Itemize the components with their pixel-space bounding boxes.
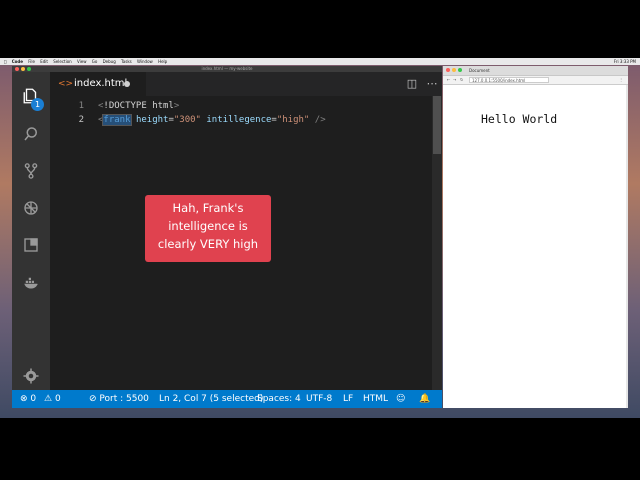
port-label: Port : 5500 [99, 394, 149, 404]
status-bar: ⊗ 0 ⚠ 0 ⊘ Port : 5500 Ln 2, Col 7 (5 sel… [12, 390, 442, 408]
menu-status-area: Fri 3:33 PM [609, 58, 636, 65]
browser-tab-strip: Document [443, 66, 628, 76]
tab-label: index.html [74, 78, 128, 89]
end-of-line[interactable]: LF [343, 390, 353, 408]
address-bar[interactable]: 127.0.0.1:5500/index.html [469, 77, 549, 83]
debug-icon[interactable] [21, 198, 41, 218]
code-token: "300" [173, 115, 201, 125]
zoom-window-button[interactable] [27, 67, 31, 71]
apple-icon[interactable]:  [4, 59, 6, 64]
live-server-port[interactable]: ⊘ Port : 5500 [89, 390, 149, 408]
desktop:  Code File Edit Selection View Go Debug… [0, 58, 640, 418]
docker-icon[interactable] [21, 273, 41, 293]
settings-gear-icon[interactable] [21, 366, 41, 386]
browser-toolbar: ← → ↻ 127.0.0.1:5500/index.html ⋮ [443, 76, 628, 85]
language-mode[interactable]: HTML [363, 390, 388, 408]
menu-selection[interactable]: Selection [53, 59, 71, 64]
selected-tag-name: frank [102, 114, 132, 126]
reload-icon[interactable]: ↻ [460, 76, 463, 84]
browser-minimize-button[interactable] [452, 68, 456, 72]
warning-count: 0 [54, 394, 61, 404]
extensions-icon[interactable] [21, 235, 41, 255]
explorer-badge: 1 [31, 98, 44, 111]
code-token: "high" [276, 115, 310, 125]
browser-close-button[interactable] [446, 68, 450, 72]
code-text: <!DOCTYPE html> [98, 99, 179, 113]
search-icon[interactable] [21, 124, 41, 144]
line-number: 2 [78, 115, 84, 125]
indentation[interactable]: Spaces: 4 [257, 390, 301, 408]
menu-debug[interactable]: Debug [103, 59, 116, 64]
tab-index-html[interactable]: <> index.html [50, 72, 146, 96]
cursor-position[interactable]: Ln 2, Col 7 (5 selected) [159, 390, 263, 408]
errors-indicator[interactable]: ⊗ 0 [20, 390, 36, 408]
annotation-callout: Hah, Frank's intelligence is clearly VER… [145, 195, 271, 262]
notifications-bell-icon[interactable]: 🔔 [419, 390, 430, 408]
minimize-window-button[interactable] [21, 67, 25, 71]
editor-scrollbar[interactable] [432, 96, 442, 390]
browser-zoom-button[interactable] [458, 68, 462, 72]
code-text: <frank height="300" intillegence="high" … [98, 113, 326, 127]
editor-scroll-thumb[interactable] [433, 96, 441, 154]
split-editor-icon[interactable]: ◫ [404, 76, 420, 92]
letterbox-top [0, 0, 640, 58]
callout-line: intelligence is [168, 219, 248, 233]
clock[interactable]: Fri 3:33 PM [614, 59, 636, 64]
code-token: /> [309, 115, 326, 125]
browser-window: Document ← → ↻ 127.0.0.1:5500/index.html… [443, 66, 628, 408]
feedback-smiley-icon[interactable]: ☺ [396, 390, 405, 408]
callout-line: Hah, Frank's [172, 201, 244, 215]
page-body-text: Hello World [481, 112, 558, 126]
activity-bar: 1 [12, 72, 50, 390]
mac-menu-bar:  Code File Edit Selection View Go Debug… [0, 58, 640, 65]
unsaved-dot-icon[interactable] [124, 81, 130, 87]
menu-file[interactable]: File [28, 59, 35, 64]
code-line: 1 <!DOCTYPE html> [50, 99, 442, 113]
code-token: !DOCTYPE html [103, 101, 174, 111]
error-count: 0 [30, 394, 37, 404]
source-control-icon[interactable] [21, 161, 41, 181]
warnings-indicator[interactable]: ⚠ 0 [44, 390, 61, 408]
menu-tasks[interactable]: Tasks [121, 59, 132, 64]
line-number: 1 [78, 101, 84, 111]
menu-help[interactable]: Help [158, 59, 167, 64]
browser-scrollbar[interactable] [626, 85, 628, 408]
browser-menu-icon[interactable]: ⋮ [619, 76, 623, 84]
browser-tab[interactable]: Document [469, 66, 490, 75]
window-title: index.html — my-website [201, 66, 253, 71]
code-token: intillegence [206, 115, 272, 125]
menu-go[interactable]: Go [92, 59, 98, 64]
menu-view[interactable]: View [77, 59, 87, 64]
code-token: > [173, 101, 180, 111]
editor-tab-bar: <> index.html ◫ ⋯ [50, 72, 442, 96]
vscode-window: index.html — my-website 1 <> index.html … [12, 66, 442, 408]
menu-app-name[interactable]: Code [12, 59, 23, 64]
letterbox-bottom [0, 418, 640, 480]
back-arrow-icon[interactable]: ← [447, 76, 450, 84]
more-actions-icon[interactable]: ⋯ [424, 76, 440, 92]
menu-window[interactable]: Window [137, 59, 153, 64]
menu-edit[interactable]: Edit [40, 59, 48, 64]
code-token: height [135, 115, 169, 125]
encoding[interactable]: UTF-8 [306, 390, 332, 408]
forward-arrow-icon[interactable]: → [453, 76, 456, 84]
html-file-icon: <> [58, 79, 74, 89]
callout-line: clearly VERY high [157, 237, 259, 251]
code-line: 2 <frank height="300" intillegence="high… [50, 113, 442, 127]
close-window-button[interactable] [15, 67, 19, 71]
